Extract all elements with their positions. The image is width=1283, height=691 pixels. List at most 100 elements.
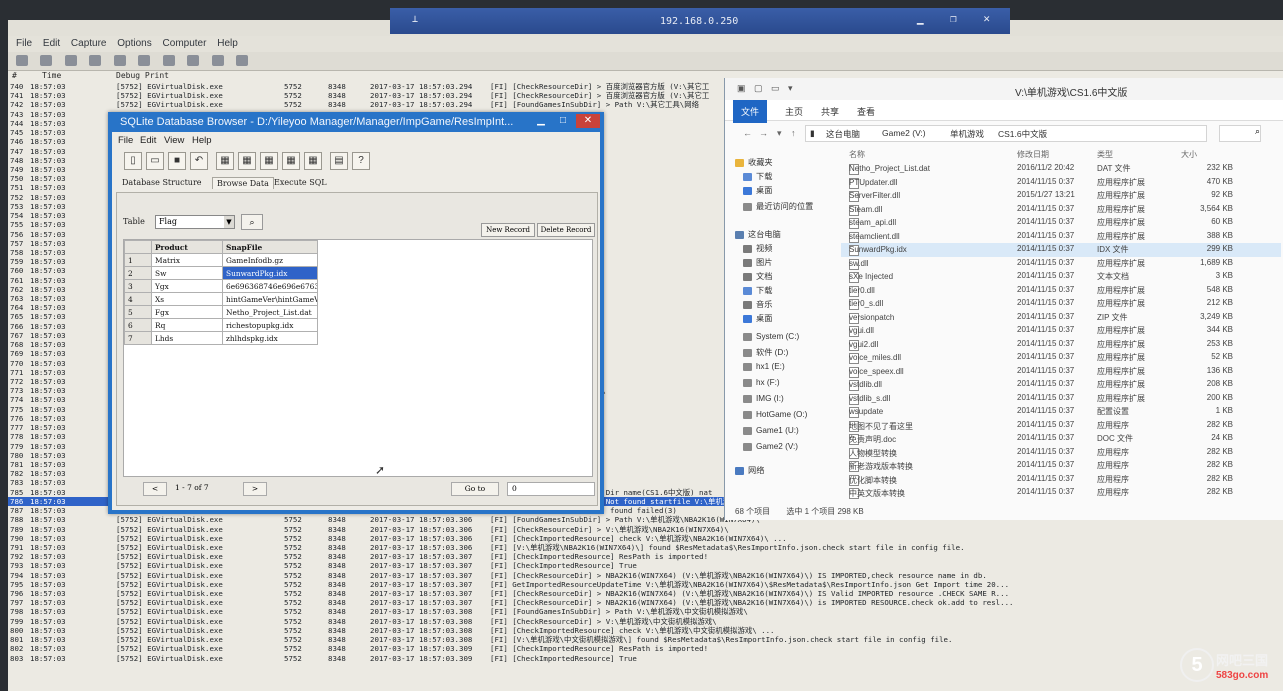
address-bar[interactable]: ▮ 这台电脑 Game2 (V:) 单机游戏 CS1.6中文版 <box>805 125 1207 142</box>
nav-item[interactable]: 图片 <box>743 256 772 268</box>
row-number[interactable]: 7 <box>124 331 152 345</box>
row-number[interactable]: 4 <box>124 292 152 306</box>
grid-row[interactable]: 2 Sw SunwardPkg.idx <box>124 266 318 280</box>
nav-item[interactable]: 桌面 <box>743 312 772 324</box>
next-button[interactable]: > <box>243 482 267 496</box>
filter-icon[interactable] <box>187 55 200 66</box>
cell-product[interactable]: Xs <box>151 292 223 306</box>
quick-access-toolbar[interactable]: ▣ ▢ ▭ ▾ <box>737 83 796 94</box>
col-modified[interactable]: 修改日期 <box>1017 149 1049 160</box>
menu-help[interactable]: Help <box>217 36 238 52</box>
create-index-icon[interactable]: ▦ <box>282 152 300 170</box>
file-row[interactable]: steamclient.dll 2014/11/15 0:37 应用程序扩展 388 … <box>841 230 1281 244</box>
remote-window-controls[interactable]: ▁ ❐ ✕ <box>917 12 1000 25</box>
nav-item[interactable]: 下载 <box>743 170 772 182</box>
nav-item[interactable]: 视频 <box>743 242 772 254</box>
nav-item[interactable]: 下载 <box>743 284 772 296</box>
log-row[interactable]: 793 18:57:03 [5752] EGVirtualDisk.exe 5752 8… <box>8 561 1283 570</box>
cell-snapfile[interactable]: richestopupkg.idx <box>222 318 318 332</box>
log-row[interactable]: 798 18:57:03 [5752] EGVirtualDisk.exe 5752 8… <box>8 607 1283 616</box>
file-row[interactable]: steam_api.dll 2014/11/15 0:37 应用程序扩展 60 KB <box>841 216 1281 230</box>
nav-item[interactable]: 软件 (D:) <box>743 346 788 358</box>
file-row[interactable]: voice_miles.dll 2014/11/15 0:37 应用程序扩展 52 K… <box>841 351 1281 365</box>
file-row[interactable]: tier0_s.dll 2014/11/15 0:37 应用程序扩展 212 KB <box>841 297 1281 311</box>
file-row[interactable]: vgui2.dll 2014/11/15 0:37 应用程序扩展 253 KB <box>841 338 1281 352</box>
open-icon[interactable] <box>16 55 28 66</box>
cell-product[interactable]: Matrix <box>151 253 223 267</box>
clear-icon[interactable] <box>138 55 151 66</box>
create-table-icon[interactable]: ▦ <box>216 152 234 170</box>
cell-snapfile[interactable]: Netho_Project_List.dat <box>222 305 318 319</box>
file-row[interactable]: vstdlib.dll 2014/11/15 0:37 应用程序扩展 208 KB <box>841 378 1281 392</box>
nav-item[interactable]: HotGame (O:) <box>743 410 807 419</box>
undo-icon[interactable]: ↶ <box>190 152 208 170</box>
nav-item[interactable]: 网络 <box>735 464 764 476</box>
find-record-button[interactable]: ⌕ <box>241 214 263 230</box>
nav-item[interactable]: 最近访问的位置 <box>743 200 813 212</box>
open-database-icon[interactable]: ▭ <box>146 152 164 170</box>
print-icon[interactable] <box>64 55 77 66</box>
save-icon[interactable]: ■ <box>168 152 186 170</box>
row-number[interactable]: 2 <box>124 266 152 280</box>
cell-product[interactable]: Sw <box>151 266 223 280</box>
file-row[interactable]: vstdlib_s.dll 2014/11/15 0:37 应用程序扩展 200 KB <box>841 392 1281 406</box>
file-row[interactable]: sw.dll 2014/11/15 0:37 应用程序扩展 1,689 KB <box>841 257 1281 271</box>
file-row[interactable]: 免责声明.doc 2014/11/15 0:37 DOC 文件 24 KB <box>841 432 1281 446</box>
log-row[interactable]: 801 18:57:03 [5752] EGVirtualDisk.exe 5752 8… <box>8 635 1283 644</box>
row-number[interactable]: 6 <box>124 318 152 332</box>
col-snapfile[interactable]: SnapFile <box>222 240 318 254</box>
sqlite-menu-view[interactable]: View <box>164 135 184 146</box>
cell-snapfile[interactable]: GameInfodb.gz <box>222 253 318 267</box>
grid-row[interactable]: 4 Xs hintGameVer\hintGameVe <box>124 292 318 306</box>
ribbon-tab-file[interactable]: 文件 <box>733 100 768 123</box>
table-select[interactable]: Flag ▼ <box>155 215 235 229</box>
col-product[interactable]: Product <box>151 240 223 254</box>
nav-item[interactable]: System (C:) <box>743 332 799 341</box>
log-row[interactable]: 803 18:57:03 [5752] EGVirtualDisk.exe 5752 8… <box>8 654 1283 663</box>
row-number[interactable]: 1 <box>124 253 152 267</box>
cell-product[interactable]: Fgx <box>151 305 223 319</box>
capture-icon[interactable] <box>113 55 126 66</box>
menu-edit[interactable]: Edit <box>43 36 60 52</box>
grid-row[interactable]: 5 Fgx Netho_Project_List.dat <box>124 305 318 319</box>
log-row[interactable]: 796 18:57:03 [5752] EGVirtualDisk.exe 5752 8… <box>8 589 1283 598</box>
menu-capture[interactable]: Capture <box>71 36 107 52</box>
pin-icon[interactable]: ⊥ <box>412 14 418 25</box>
col-size[interactable]: 大小 <box>1181 149 1197 160</box>
autoscroll-icon[interactable] <box>162 55 175 66</box>
goto-input[interactable]: 0 <box>507 482 595 496</box>
file-row[interactable]: Netho_Project_List.dat 2016/11/2 20:42 DAT… <box>841 162 1281 176</box>
tab-execute-sql[interactable]: Execute SQL <box>270 177 331 188</box>
grid-row[interactable]: 6 Rq richestopupkg.idx <box>124 318 318 332</box>
log-row[interactable]: 802 18:57:03 [5752] EGVirtualDisk.exe 5752 8… <box>8 644 1283 653</box>
cell-product[interactable]: Ygx <box>151 279 223 293</box>
nav-item[interactable]: 这台电脑 <box>735 228 781 240</box>
file-row[interactable]: 中英文版本转换 2014/11/15 0:37 应用程序 282 KB <box>841 486 1281 500</box>
tab-database-structure[interactable]: Database Structure <box>118 177 206 188</box>
grid-row[interactable]: 7 Lhds zhlhdspkg.idx <box>124 331 318 345</box>
file-row[interactable]: 人物模型转换 2014/11/15 0:37 应用程序 282 KB <box>841 446 1281 460</box>
ribbon-tab-share[interactable]: 共享 <box>821 105 839 118</box>
col-name[interactable]: 名称 <box>849 149 865 160</box>
goto-button[interactable]: Go to <box>451 482 499 496</box>
new-database-icon[interactable]: ▯ <box>124 152 142 170</box>
cell-snapfile[interactable]: 6e696368746e696e676368 <box>222 279 318 293</box>
find-icon[interactable] <box>89 55 102 66</box>
delete-table-icon[interactable]: ▦ <box>238 152 256 170</box>
grid-corner[interactable] <box>124 240 152 254</box>
file-row[interactable]: voice_speex.dll 2014/11/15 0:37 应用程序扩展 136 … <box>841 365 1281 379</box>
binoculars-icon[interactable] <box>236 55 249 66</box>
cell-snapfile[interactable]: SunwardPkg.idx <box>222 266 318 280</box>
file-row[interactable]: ServerFilter.dll 2015/1/27 13:21 应用程序扩展 92 … <box>841 189 1281 203</box>
search-box[interactable]: ⌕ <box>1219 125 1261 142</box>
explorer-titlebar[interactable]: ▣ ▢ ▭ ▾ V:\单机游戏\CS1.6中文版 <box>725 78 1283 100</box>
nav-item[interactable]: 音乐 <box>743 298 772 310</box>
back-arrow-icon[interactable]: ← <box>743 128 752 138</box>
nav-item[interactable]: hx1 (E:) <box>743 362 785 371</box>
nav-item[interactable]: Game2 (V:) <box>743 442 798 451</box>
file-row[interactable]: wsupdate 2014/11/15 0:37 配置设置 1 KB <box>841 405 1281 419</box>
save-icon[interactable] <box>40 55 53 66</box>
file-row[interactable]: sXe Injected 2014/11/15 0:37 文本文档 3 KB <box>841 270 1281 284</box>
minimize-button[interactable]: ▁ <box>532 114 550 128</box>
sqlite-titlebar[interactable]: SQLite Database Browser - D:/Yileyoo Man… <box>108 112 604 132</box>
